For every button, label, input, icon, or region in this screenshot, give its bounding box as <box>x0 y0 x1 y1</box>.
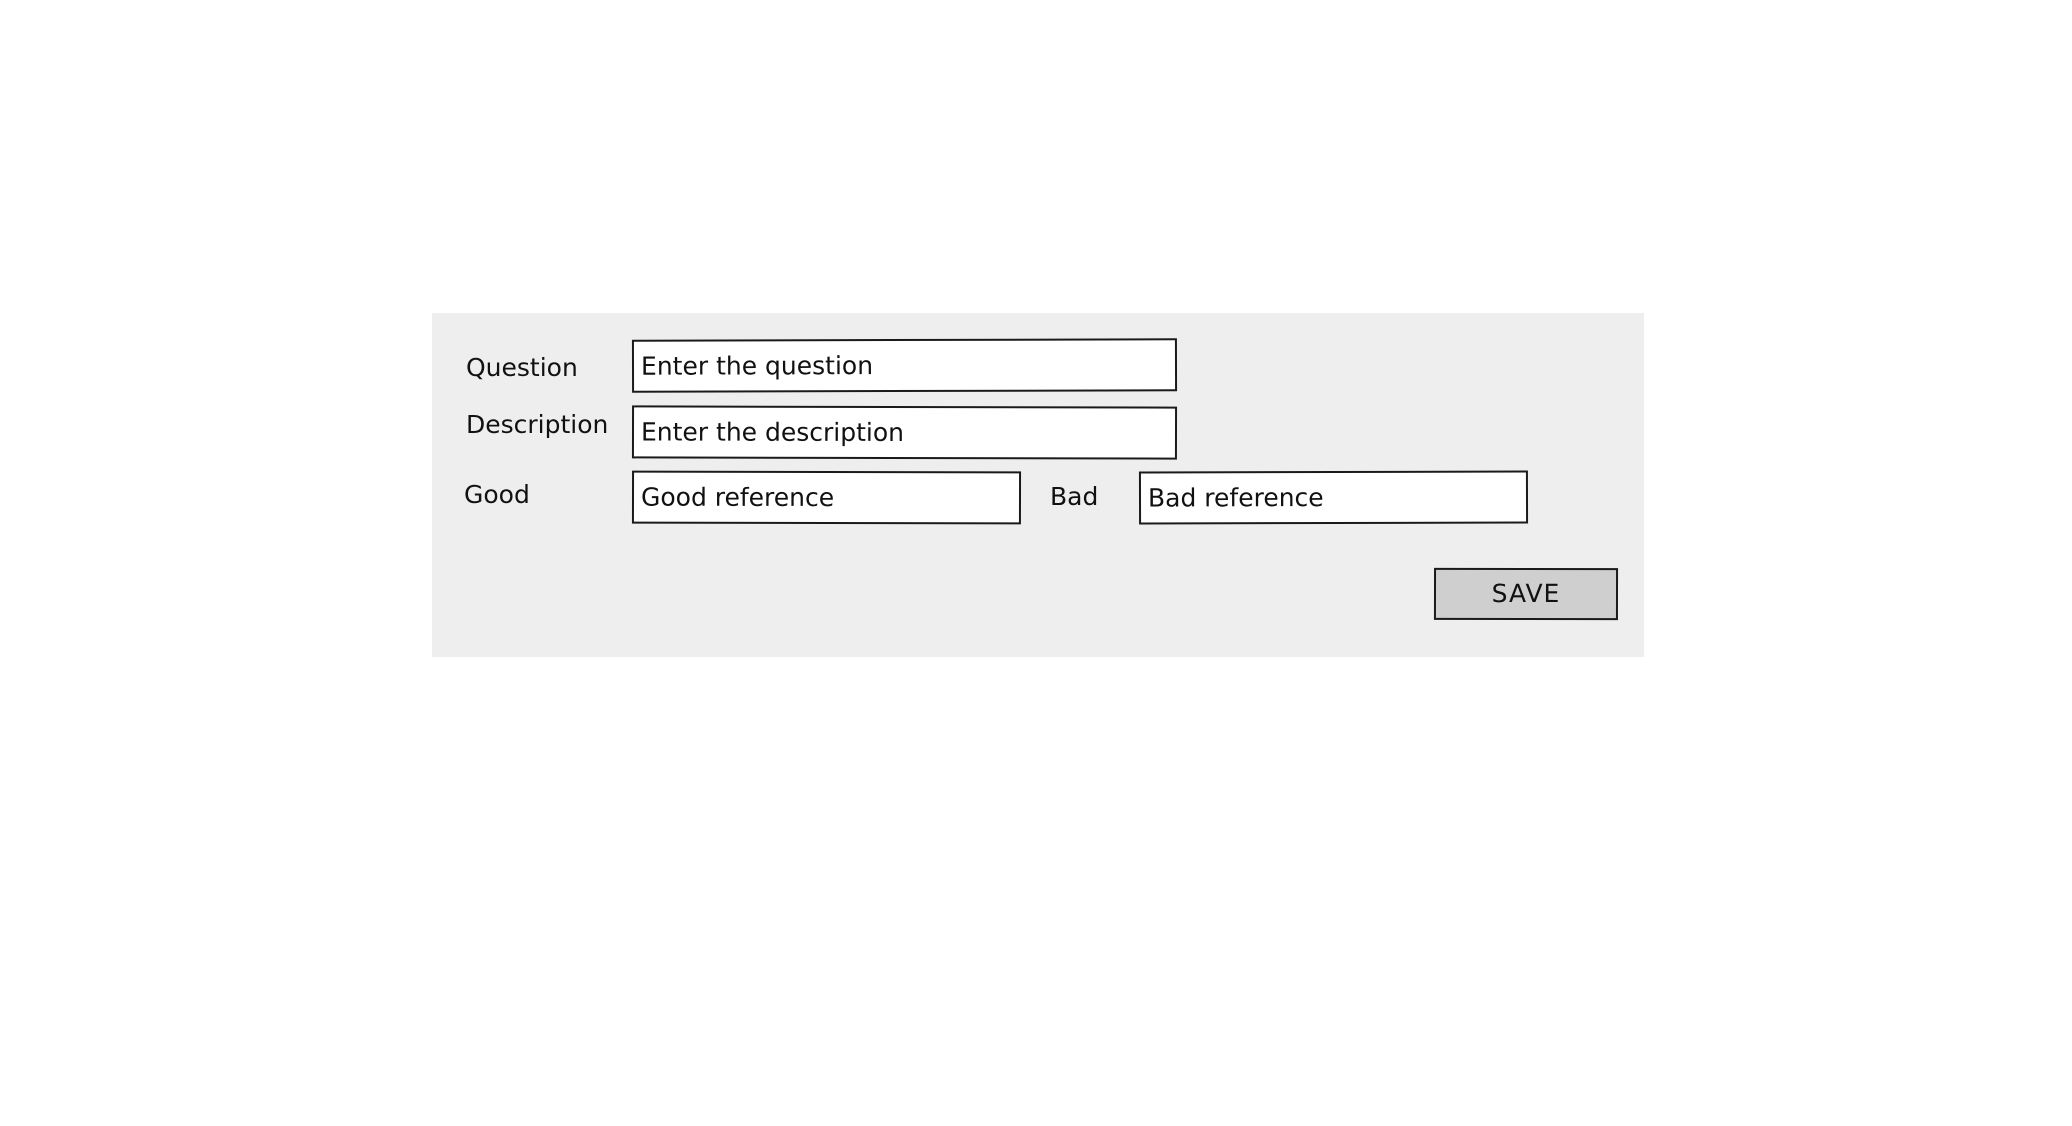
good-label: Good <box>464 480 530 509</box>
question-form-panel: Question Enter the question Description … <box>432 313 1644 657</box>
save-button[interactable]: SAVE <box>1433 567 1619 621</box>
question-label: Question <box>466 353 578 382</box>
description-input[interactable]: Enter the description <box>631 405 1178 460</box>
bad-reference-input[interactable]: Bad reference <box>1138 470 1529 525</box>
description-label: Description <box>466 410 609 439</box>
question-input[interactable]: Enter the question <box>631 338 1178 393</box>
bad-label: Bad <box>1050 482 1099 511</box>
good-reference-input[interactable]: Good reference <box>631 470 1022 525</box>
